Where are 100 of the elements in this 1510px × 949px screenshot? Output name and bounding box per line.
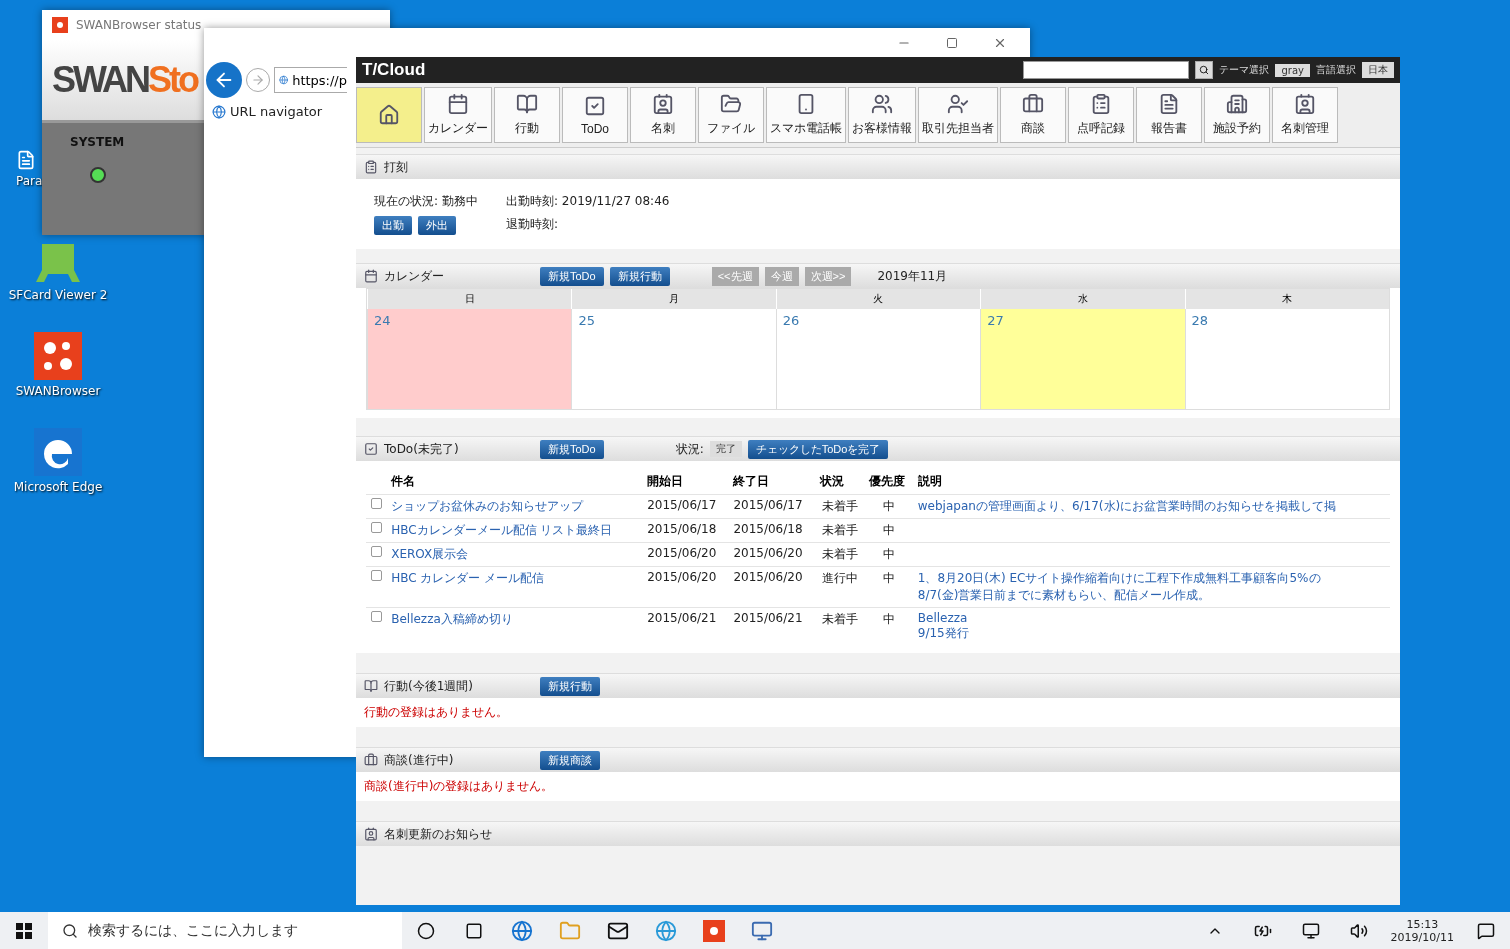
note-text: 1、8月20日(木) ECサイト操作縮着向けに工程下作成無料工事顧客向5%の <box>917 570 1322 587</box>
table-cell: 未着手 <box>815 542 865 567</box>
section-title: ToDo(未完了) <box>384 440 460 458</box>
toolbar-button[interactable]: 施設予約 <box>1204 87 1270 143</box>
table-cell: 2015/06/21 <box>729 607 816 645</box>
arrow-right-icon <box>251 73 265 87</box>
table-cell: 2015/06/20 <box>643 542 730 567</box>
windows-logo-icon <box>16 922 32 939</box>
weekday-header: 木 <box>1184 289 1389 309</box>
toolbar-button[interactable]: スマホ電話帳 <box>766 87 846 143</box>
row-checkbox[interactable] <box>371 522 383 533</box>
day-cell[interactable]: 27 <box>980 309 1185 409</box>
note-text: Bellezza <box>917 611 969 625</box>
contact-card-icon <box>652 93 674 115</box>
window-title: SWANBrowser status <box>76 18 202 32</box>
toolbar-button[interactable]: お客様情報 <box>848 87 916 143</box>
desktop-icon-label[interactable]: Para <box>16 174 43 188</box>
calendar-icon <box>447 93 469 115</box>
punch-button[interactable]: 外出 <box>418 216 456 235</box>
empty-message: 行動の登録はありません。 <box>364 705 508 719</box>
clock-in-text: 出勤時刻: 2019/11/27 08:46 <box>506 193 671 210</box>
contact-card-icon <box>1294 93 1316 115</box>
forward-button[interactable] <box>246 68 270 92</box>
person-icon <box>947 93 969 115</box>
row-checkbox[interactable] <box>371 498 383 509</box>
new-item-button[interactable]: 新規商談 <box>540 750 600 770</box>
maximize-icon <box>946 37 958 49</box>
clock[interactable]: 15:13 2019/10/11 <box>1382 917 1462 944</box>
new-item-button[interactable]: 新規ToDo <box>540 266 604 286</box>
new-item-button[interactable]: 新規行動 <box>609 266 670 286</box>
toolbar-button[interactable]: カレンダー <box>424 87 492 143</box>
table-cell: 中 <box>864 518 914 543</box>
column-header: 終了日 <box>729 469 816 495</box>
globe-icon <box>212 104 226 119</box>
note-text: webjapanの管理画面より、6/17(水)にお盆営業時間のお知らせを掲載して掲 <box>917 498 1338 515</box>
section-title: 行動(今後1週間) <box>384 677 474 695</box>
toolbar-button[interactable]: ファイル <box>698 87 764 143</box>
desktop-icon-label[interactable]: SWANBrowser <box>15 384 101 398</box>
contact-card-icon <box>364 827 378 841</box>
home-icon <box>378 104 400 126</box>
status-select[interactable]: 完了 <box>709 441 742 457</box>
section-title: カレンダー <box>384 267 445 285</box>
checkbox-icon <box>364 442 378 456</box>
table-cell: 2015/06/20 <box>729 566 816 608</box>
navigator-item[interactable]: URL navigator <box>204 102 331 121</box>
toolbar-button[interactable]: 名刺管理 <box>1272 87 1338 143</box>
new-todo-button[interactable]: 新規ToDo <box>540 439 604 459</box>
language-select[interactable]: 日本 <box>1362 62 1394 78</box>
row-checkbox[interactable] <box>371 570 383 581</box>
subject-link[interactable]: HBC カレンダー メール配信 <box>387 566 644 608</box>
search-button[interactable] <box>1195 61 1214 79</box>
desktop-icon-label[interactable]: Microsoft Edge <box>13 480 103 494</box>
table-cell: 2015/06/20 <box>729 542 816 567</box>
section-title: 名刺更新のお知らせ <box>384 825 493 843</box>
subject-link[interactable]: Bellezza入稿締め切り <box>387 607 644 645</box>
clock-out-text: 退勤時刻: <box>506 216 560 233</box>
complete-button[interactable]: チェックしたToDoを完了 <box>747 439 889 459</box>
table-cell: 中 <box>864 542 914 567</box>
people-icon <box>871 93 893 115</box>
search-field[interactable]: 検索するには、ここに入力します <box>48 912 402 949</box>
column-header: 開始日 <box>643 469 730 495</box>
address-field[interactable]: https://p <box>274 67 347 93</box>
document-icon[interactable] <box>16 150 36 170</box>
punch-button[interactable]: 出勤 <box>374 216 412 235</box>
row-checkbox[interactable] <box>371 546 383 557</box>
toolbar-button[interactable]: ToDo <box>562 87 628 143</box>
app-icon[interactable] <box>34 332 82 380</box>
calendar-icon <box>364 269 378 283</box>
toolbar-button[interactable]: 行動 <box>494 87 560 143</box>
table-cell: 未着手 <box>815 607 865 645</box>
back-button[interactable] <box>206 62 242 98</box>
search-field[interactable] <box>1023 61 1190 79</box>
checkbox-icon <box>584 94 606 117</box>
subject-link[interactable]: ショップお盆休みのお知らせアップ <box>387 494 644 519</box>
subject-link[interactable]: HBCカレンダーメール配信 リスト最終日 <box>387 518 644 543</box>
toolbar-button[interactable]: 報告書 <box>1136 87 1202 143</box>
toolbar-button[interactable]: 商談 <box>1000 87 1066 143</box>
table-cell: 中 <box>864 607 914 645</box>
theme-label: テーマ選択 <box>1219 63 1270 77</box>
browser-icon[interactable] <box>34 428 82 476</box>
book-icon <box>516 93 538 115</box>
toolbar-button[interactable]: 名刺 <box>630 87 696 143</box>
row-checkbox[interactable] <box>371 611 383 622</box>
column-header: 優先度 <box>864 469 914 495</box>
table-cell: 未着手 <box>815 518 865 543</box>
clipboard-icon <box>364 160 378 174</box>
table-cell: 進行中 <box>815 566 865 608</box>
toolbar-button[interactable]: 点呼記録 <box>1068 87 1134 143</box>
globe-icon <box>279 73 289 87</box>
theme-select[interactable]: gray <box>1275 63 1310 77</box>
toolbar-button[interactable] <box>356 87 422 143</box>
close-icon <box>993 36 1007 50</box>
new-item-button[interactable]: 新規行動 <box>540 676 600 696</box>
subject-link[interactable]: XEROX展示会 <box>387 542 644 567</box>
search-icon <box>62 922 78 939</box>
book-icon <box>364 679 378 693</box>
table-cell: 2015/06/21 <box>643 607 730 645</box>
toolbar-button[interactable]: 取引先担当者 <box>918 87 998 143</box>
desktop-icon-label[interactable]: SFCard Viewer 2 <box>8 288 108 302</box>
section-label: SYSTEM <box>70 135 126 149</box>
